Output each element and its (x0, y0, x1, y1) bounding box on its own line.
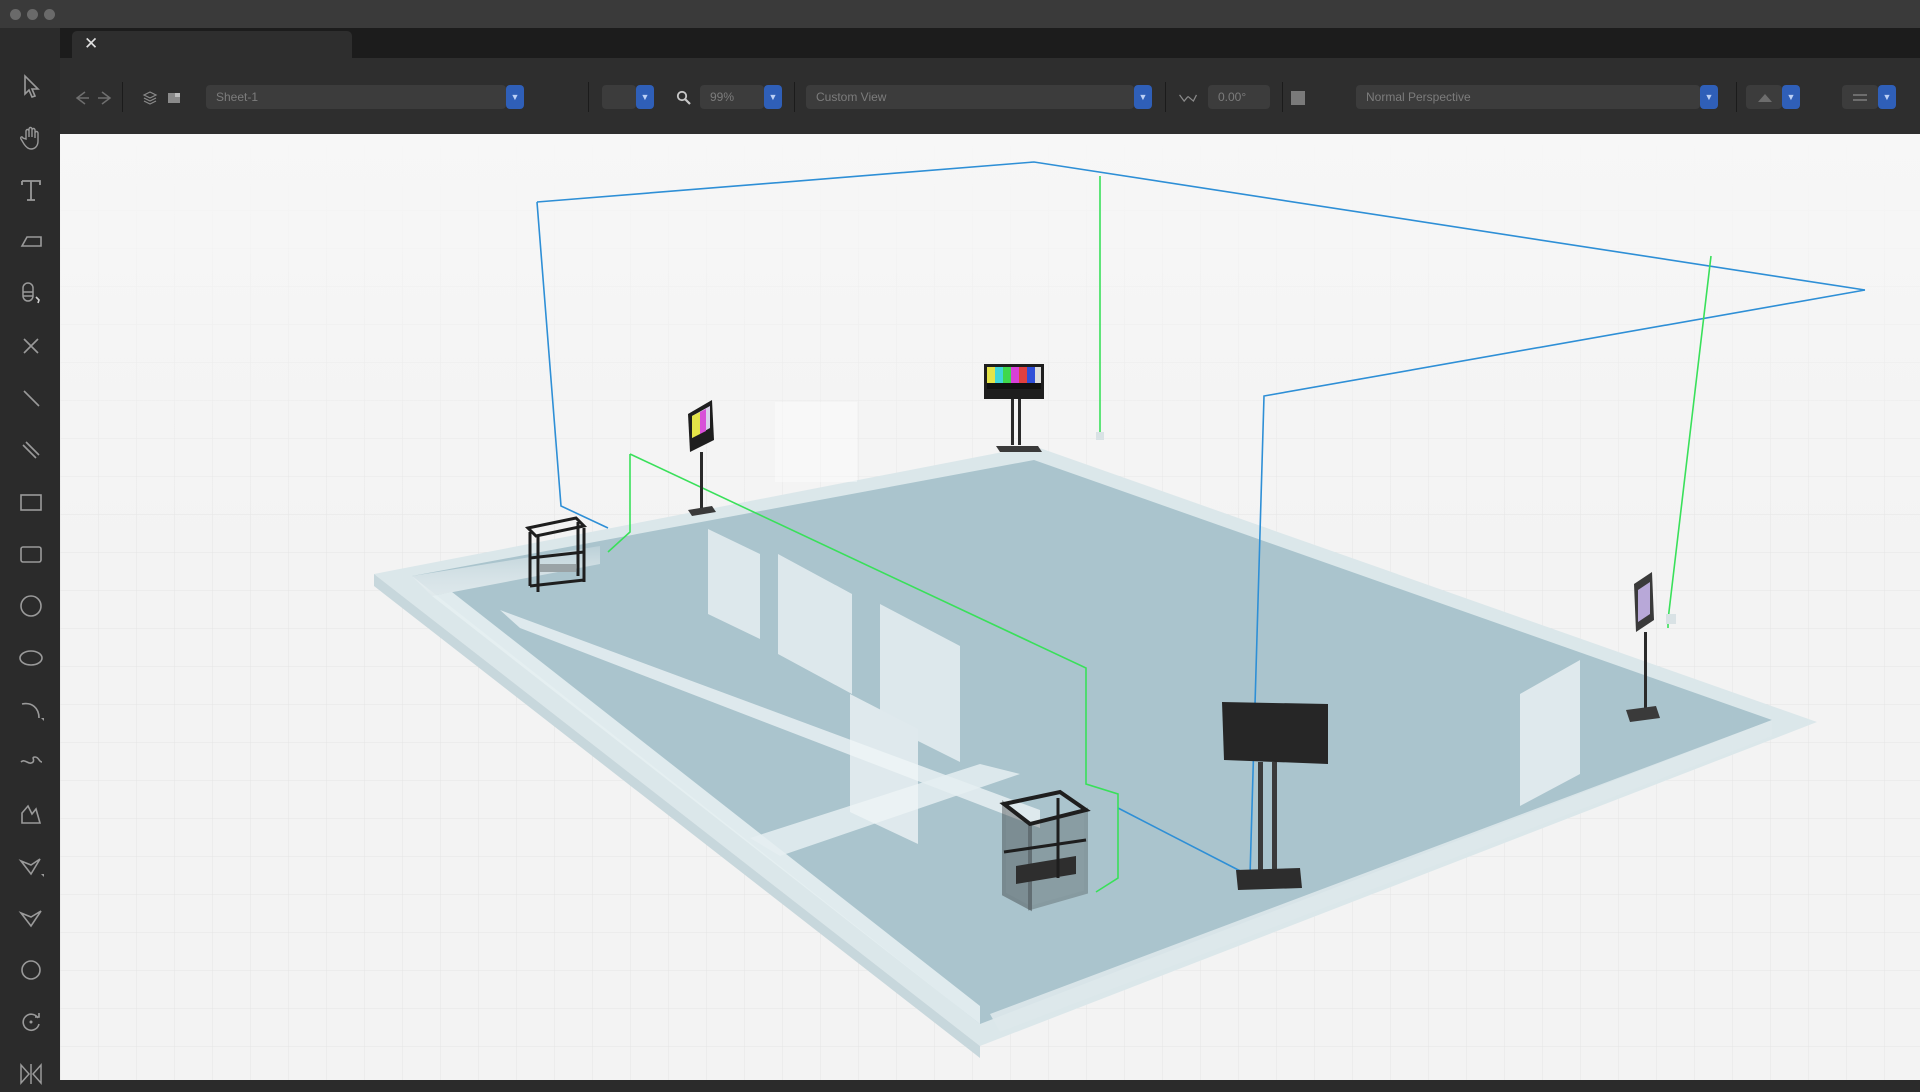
rectangle-icon (20, 494, 42, 511)
truss-node (1096, 432, 1104, 440)
separator (1282, 82, 1283, 112)
layer-scale-field[interactable] (602, 85, 636, 109)
polyline-tool[interactable] (13, 796, 49, 832)
render-mode-icon[interactable] (1288, 88, 1308, 108)
close-tab-icon[interactable]: ✕ (84, 34, 98, 54)
minimize-window-button[interactable] (27, 9, 38, 20)
sheet-layer-dropdown-icon[interactable]: ▼ (506, 85, 524, 109)
dimension-tool[interactable] (13, 224, 49, 260)
render-options-icon[interactable] (1755, 88, 1775, 108)
render-options-dropdown-icon[interactable]: ▼ (1782, 85, 1800, 109)
pan-tool[interactable] (13, 120, 49, 156)
rotate-tool[interactable] (13, 1004, 49, 1040)
rotate-plan-icon[interactable] (1178, 88, 1198, 108)
document-tab[interactable]: ✕ (72, 31, 352, 58)
text-tool[interactable] (13, 172, 49, 208)
separator (1165, 82, 1166, 112)
standard-view-dropdown-icon[interactable]: ▼ (1134, 85, 1152, 109)
x-icon (23, 338, 39, 354)
polygon-tool[interactable] (13, 848, 49, 884)
arc-icon (21, 702, 44, 721)
text-t-icon (21, 180, 41, 201)
regular-polygon-icon (18, 910, 42, 928)
zoom-field[interactable]: 99% (700, 85, 764, 109)
flyover-tool[interactable] (13, 276, 49, 312)
view-bar: Sheet-1 ▼ ▼ 99% ▼ Custom View ▼ 0.00° No… (60, 58, 1920, 134)
layer-options-icon[interactable] (1850, 88, 1870, 108)
separator (588, 82, 589, 112)
flyover-icon (22, 282, 40, 304)
zoom-window-button[interactable] (44, 9, 55, 20)
document-tab-bar: ✕ (60, 28, 1920, 58)
separator (794, 82, 795, 112)
sheet-layer-icon[interactable] (164, 88, 184, 108)
hand-icon (20, 126, 39, 150)
double-line-tool[interactable] (13, 432, 49, 468)
mirror-tool[interactable] (13, 1056, 49, 1092)
regular-polygon-tool[interactable] (13, 900, 49, 936)
rotate-icon (22, 1013, 40, 1031)
eraser-tool[interactable] (13, 328, 49, 364)
circle-tool[interactable] (13, 588, 49, 624)
rack-shelf (540, 564, 576, 572)
plan-rotation-field[interactable]: 0.00° (1208, 85, 1270, 109)
next-view-icon[interactable] (95, 88, 115, 108)
layers-icon[interactable] (140, 88, 160, 108)
arrow-cursor-icon (24, 74, 40, 98)
standard-view-select[interactable]: Custom View (806, 85, 1134, 109)
zoom-icon[interactable] (674, 88, 694, 108)
polyline-icon (21, 804, 42, 824)
freehand-tool[interactable] (13, 744, 49, 780)
truss-node (1666, 614, 1676, 624)
rounded-rectangle-tool[interactable] (13, 536, 49, 572)
3d-scene[interactable] (60, 134, 1920, 1080)
line-tool[interactable] (13, 380, 49, 416)
projection-dropdown-icon[interactable]: ▼ (1700, 85, 1718, 109)
layer-scale-dropdown-icon[interactable]: ▼ (636, 85, 654, 109)
polygon-icon (18, 858, 44, 877)
drawing-viewport[interactable] (60, 134, 1920, 1080)
rounded-rectangle-icon (20, 546, 42, 563)
dimension-icon (20, 236, 42, 247)
arc-tool[interactable] (13, 692, 49, 728)
separator (1736, 82, 1737, 112)
projection-select[interactable]: Normal Perspective (1356, 85, 1700, 109)
zoom-dropdown-icon[interactable]: ▼ (764, 85, 782, 109)
spiral-tool[interactable] (13, 952, 49, 988)
oval-icon (19, 650, 43, 666)
window-title-bar (0, 0, 1920, 28)
circle-icon (20, 595, 42, 617)
sheet-layer-select[interactable]: Sheet-1 (206, 85, 506, 109)
close-window-button[interactable] (10, 9, 21, 20)
double-line-icon (22, 441, 40, 459)
selection-tool[interactable] (13, 68, 49, 104)
oval-tool[interactable] (13, 640, 49, 676)
line-icon (23, 390, 40, 407)
layer-options-dropdown-icon[interactable]: ▼ (1878, 85, 1896, 109)
tool-palette (0, 28, 60, 1085)
rectangle-tool[interactable] (13, 484, 49, 520)
spiral-icon (21, 960, 41, 980)
separator (122, 82, 123, 112)
freehand-icon (20, 756, 43, 764)
previous-view-icon[interactable] (72, 88, 92, 108)
mirror-icon (20, 1063, 42, 1085)
